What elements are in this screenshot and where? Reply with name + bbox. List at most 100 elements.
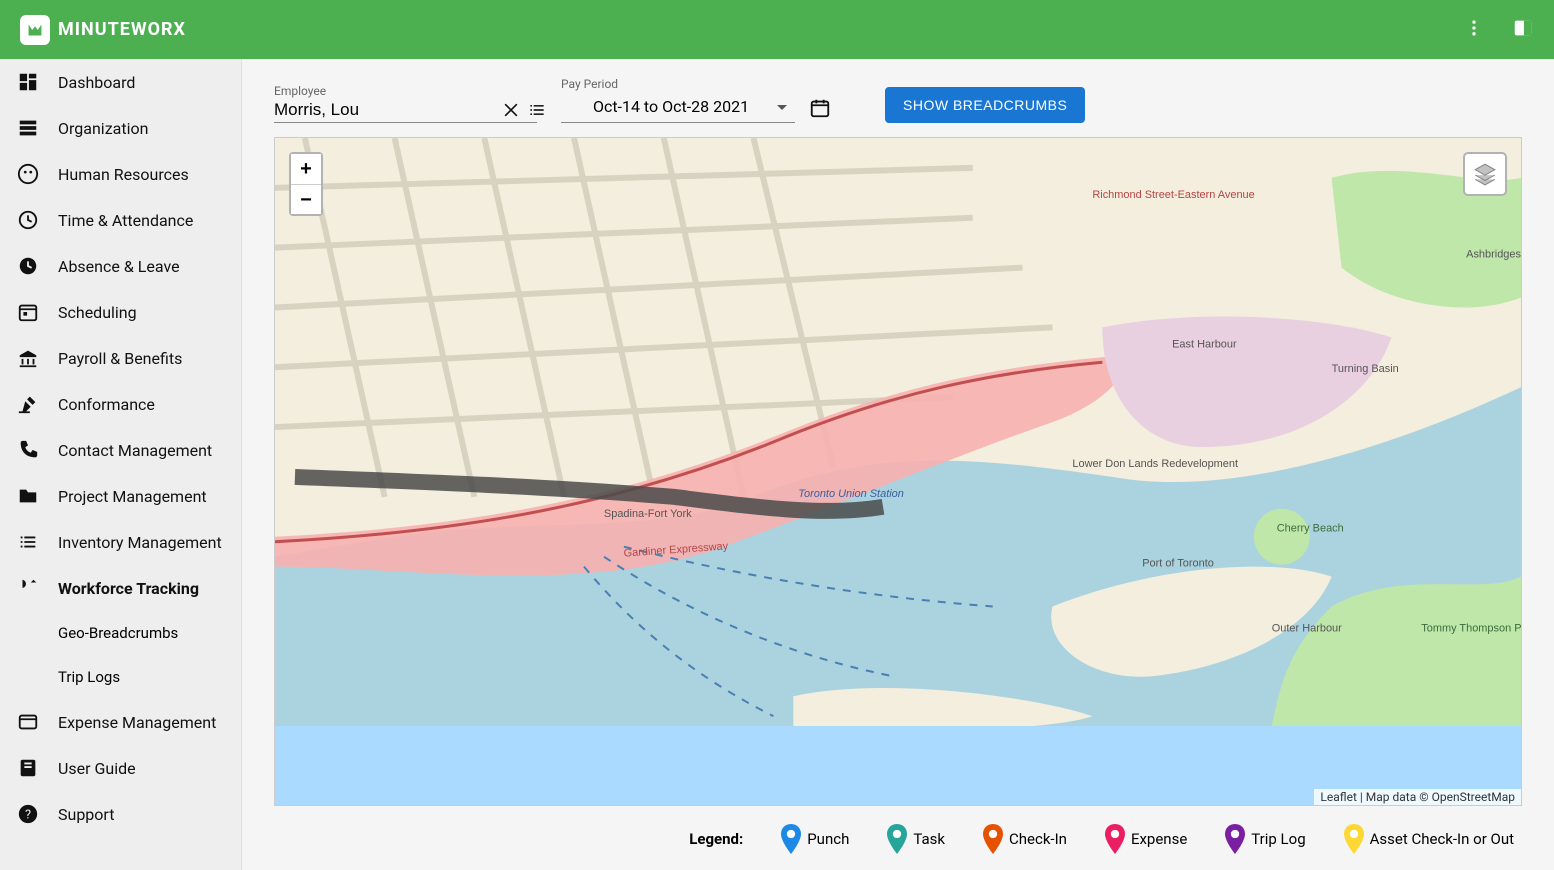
sidebar-subitem-label: Geo-Breadcrumbs bbox=[58, 624, 178, 642]
sidebar-item-label: Support bbox=[58, 805, 114, 824]
svg-text:?: ? bbox=[25, 808, 31, 823]
sidebar-item-scheduling[interactable]: Scheduling bbox=[0, 289, 241, 335]
map[interactable]: Toronto Union Station Spadina-Fort York … bbox=[274, 137, 1522, 806]
clock-solid-icon bbox=[16, 254, 40, 278]
svg-text:Port of Toronto: Port of Toronto bbox=[1142, 558, 1214, 570]
brand-logo[interactable]: MINUTEWORX bbox=[20, 15, 186, 45]
sidebar-item-workforce-tracking[interactable]: Workforce Tracking bbox=[0, 565, 241, 611]
show-breadcrumbs-button[interactable]: SHOW BREADCRUMBS bbox=[885, 87, 1085, 123]
help-icon: ? bbox=[16, 802, 40, 826]
svg-text:Turning Basin: Turning Basin bbox=[1332, 363, 1399, 375]
sidebar-item-payroll-benefits[interactable]: Payroll & Benefits bbox=[0, 335, 241, 381]
organization-icon bbox=[16, 116, 40, 140]
sidebar-subitem-trip-logs[interactable]: Trip Logs bbox=[0, 655, 241, 699]
sidebar-item-organization[interactable]: Organization bbox=[0, 105, 241, 151]
panel-toggle-icon[interactable] bbox=[1512, 17, 1534, 43]
svg-text:Spadina-Fort York: Spadina-Fort York bbox=[604, 508, 692, 520]
zoom-in-button[interactable]: + bbox=[291, 154, 321, 184]
controls-bar: Employee Pay Period Oct-14 to Oct-28 202… bbox=[274, 77, 1522, 123]
phone-icon bbox=[16, 438, 40, 462]
employee-label: Employee bbox=[274, 84, 537, 98]
more-vert-icon[interactable] bbox=[1464, 18, 1484, 42]
legend-label: Expense bbox=[1131, 830, 1187, 848]
svg-text:Cherry Beach: Cherry Beach bbox=[1277, 523, 1344, 535]
sidebar-subitem-label: Trip Logs bbox=[58, 668, 120, 686]
sidebar-item-absence-leave[interactable]: Absence & Leave bbox=[0, 243, 241, 289]
main-content: Employee Pay Period Oct-14 to Oct-28 202… bbox=[242, 59, 1554, 870]
sidebar-item-label: Inventory Management bbox=[58, 533, 222, 552]
list-picker-icon[interactable] bbox=[527, 100, 547, 120]
legend-label: Task bbox=[913, 830, 945, 848]
pay-period-label: Pay Period bbox=[561, 77, 831, 91]
clear-icon[interactable] bbox=[501, 100, 521, 120]
sidebar-item-label: Conformance bbox=[58, 395, 155, 414]
face-icon bbox=[16, 162, 40, 186]
sidebar-item-label: Project Management bbox=[58, 487, 207, 506]
sidebar-item-label: Organization bbox=[58, 119, 148, 138]
sidebar-item-label: Contact Management bbox=[58, 441, 212, 460]
svg-text:Outer Harbour: Outer Harbour bbox=[1272, 622, 1342, 634]
dashboard-icon bbox=[16, 70, 40, 94]
calendar-icon bbox=[16, 300, 40, 324]
sidebar-subitem-geo-breadcrumbs[interactable]: Geo-Breadcrumbs bbox=[0, 611, 241, 655]
pay-period-value: Oct-14 to Oct-28 2021 bbox=[593, 97, 749, 116]
calendar-icon[interactable] bbox=[809, 97, 831, 119]
sidebar-item-human-resources[interactable]: Human Resources bbox=[0, 151, 241, 197]
legend-label: Check-In bbox=[1009, 830, 1067, 848]
sidebar-item-expense-management[interactable]: Expense Management bbox=[0, 699, 241, 745]
employee-input[interactable] bbox=[274, 100, 495, 120]
svg-text:Toronto Union Station: Toronto Union Station bbox=[798, 488, 904, 500]
app-header: MINUTEWORX bbox=[0, 0, 1554, 59]
zoom-out-button[interactable]: − bbox=[291, 184, 321, 214]
credit-card-icon bbox=[16, 710, 40, 734]
pay-period-field: Pay Period Oct-14 to Oct-28 2021 bbox=[561, 77, 831, 123]
sidebar-item-conformance[interactable]: Conformance bbox=[0, 381, 241, 427]
pin-icon bbox=[781, 824, 801, 854]
sidebar-item-label: Human Resources bbox=[58, 165, 189, 184]
sidebar-item-project-management[interactable]: Project Management bbox=[0, 473, 241, 519]
legend-item-triplog: Trip Log bbox=[1225, 824, 1305, 854]
clock-icon bbox=[16, 208, 40, 232]
sidebar-item-label: Time & Attendance bbox=[58, 211, 193, 230]
sidebar[interactable]: Dashboard Organization Human Resources T… bbox=[0, 59, 242, 870]
svg-text:Ashbridges Bay Wastewater Trea: Ashbridges Bay Wastewater Treatment Plan… bbox=[1466, 249, 1521, 261]
header-actions bbox=[1464, 17, 1534, 43]
pin-icon bbox=[983, 824, 1003, 854]
sidebar-item-contact-management[interactable]: Contact Management bbox=[0, 427, 241, 473]
legend-item-punch: Punch bbox=[781, 824, 849, 854]
legend-label: Punch bbox=[807, 830, 849, 848]
layers-button[interactable] bbox=[1463, 152, 1507, 196]
list-icon bbox=[16, 530, 40, 554]
map-zoom-controls: + − bbox=[289, 152, 323, 216]
legend-item-task: Task bbox=[887, 824, 945, 854]
book-icon bbox=[16, 756, 40, 780]
legend-item-checkin: Check-In bbox=[983, 824, 1067, 854]
legend: Legend: Punch Task Check-In Expense Trip… bbox=[274, 806, 1522, 860]
pin-icon bbox=[1105, 824, 1125, 854]
pin-icon bbox=[887, 824, 907, 854]
sidebar-item-label: Dashboard bbox=[58, 73, 135, 92]
track-icon bbox=[16, 576, 40, 600]
pay-period-select[interactable]: Oct-14 to Oct-28 2021 bbox=[561, 93, 795, 123]
legend-title: Legend: bbox=[689, 830, 743, 848]
sidebar-item-inventory-management[interactable]: Inventory Management bbox=[0, 519, 241, 565]
svg-text:Richmond Street-Eastern Avenue: Richmond Street-Eastern Avenue bbox=[1092, 189, 1254, 201]
sidebar-item-dashboard[interactable]: Dashboard bbox=[0, 59, 241, 105]
svg-text:Lower Don Lands Redevelopment: Lower Don Lands Redevelopment bbox=[1072, 458, 1238, 470]
map-attribution: Leaflet | Map data © OpenStreetMap bbox=[1314, 789, 1521, 805]
sidebar-item-user-guide[interactable]: User Guide bbox=[0, 745, 241, 791]
bank-icon bbox=[16, 346, 40, 370]
employee-field: Employee bbox=[274, 84, 537, 123]
sidebar-item-support[interactable]: ? Support bbox=[0, 791, 241, 837]
brand-mark bbox=[20, 15, 50, 45]
legend-label: Trip Log bbox=[1251, 830, 1305, 848]
sidebar-item-label: User Guide bbox=[58, 759, 136, 778]
svg-text:East Harbour: East Harbour bbox=[1172, 338, 1237, 350]
legend-item-expense: Expense bbox=[1105, 824, 1187, 854]
pin-icon bbox=[1225, 824, 1245, 854]
sidebar-item-label: Workforce Tracking bbox=[58, 579, 199, 598]
svg-text:Tommy Thompson Park: Tommy Thompson Park bbox=[1421, 622, 1521, 634]
legend-label: Asset Check-In or Out bbox=[1370, 830, 1514, 848]
sidebar-item-time-attendance[interactable]: Time & Attendance bbox=[0, 197, 241, 243]
sidebar-item-label: Absence & Leave bbox=[58, 257, 180, 276]
